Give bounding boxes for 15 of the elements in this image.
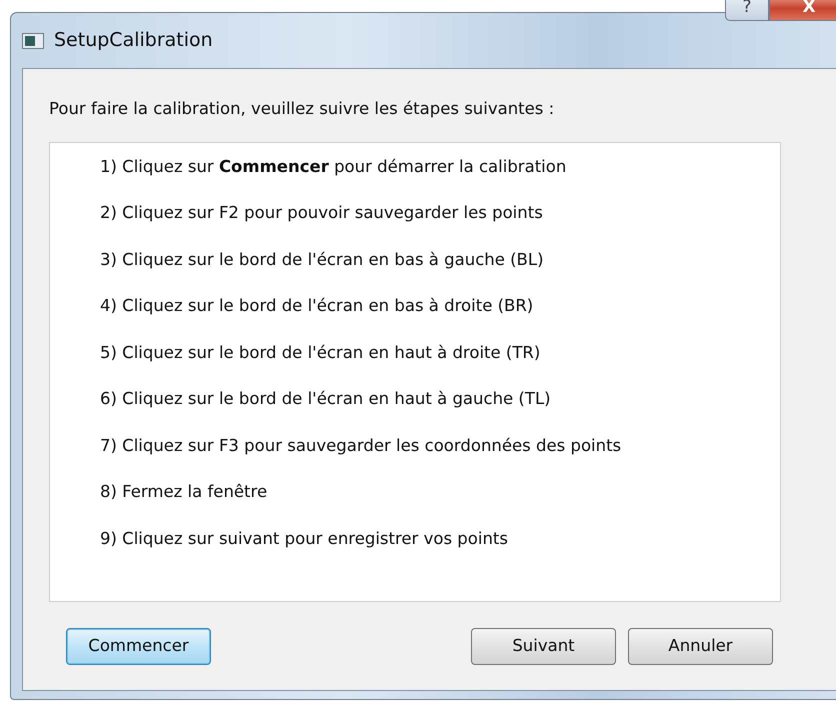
step-text: 9) Cliquez sur suivant pour enregistrer vos points [100, 528, 509, 550]
dialog-button[interactable]: Annuler [628, 628, 773, 665]
window-title: SetupCalibration [54, 28, 213, 54]
dialog-button[interactable]: Commencer [66, 628, 211, 665]
step-text: 1) Cliquez sur Commencer pour démarrer la calibration [100, 156, 568, 178]
app-icon [22, 32, 44, 48]
step-text: 3) Cliquez sur le bord de l'écran en bas à gauche (BL) [100, 250, 545, 271]
step-text: 5) Cliquez sur le bord de l'écran en haut à droite (TR) [100, 342, 542, 364]
dialog-button[interactable]: Suivant [471, 628, 616, 665]
step-text: 4) Cliquez sur le bord de l'écran en bas à droite (BR) [100, 296, 534, 318]
step-text: 2) Cliquez sur F2 pour pouvoir sauvegarder les points [100, 203, 544, 224]
step-text: 7) Cliquez sur F3 pour sauvegarder les coordonnées des points [100, 436, 622, 457]
instruction-text: Pour faire la calibration, veuillez suivre les étapes suivantes : [49, 98, 556, 120]
step-text: 8) Fermez la fenêtre [100, 482, 268, 504]
step-text: 6) Cliquez sur le bord de l'écran en haut à gauche (TL) [100, 389, 552, 410]
